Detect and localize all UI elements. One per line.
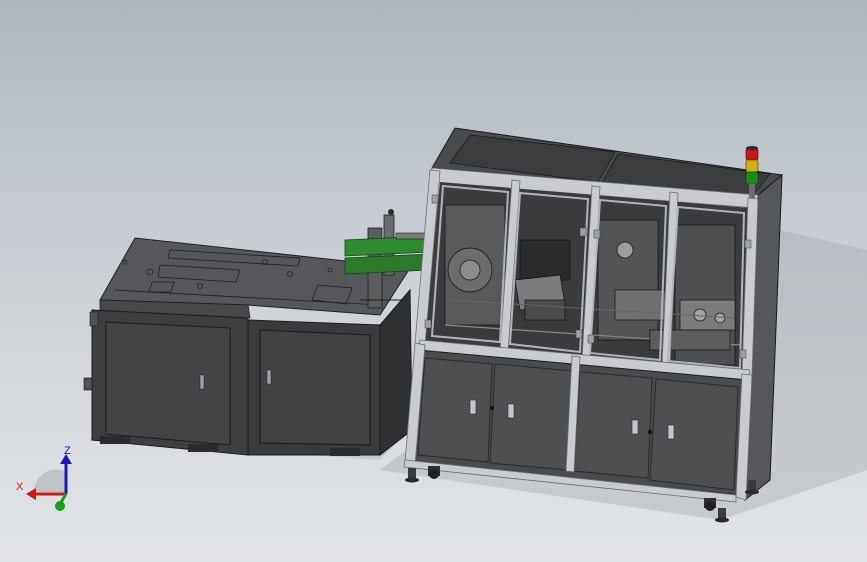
main-machine[interactable]	[403, 127, 784, 523]
coordinate-triad: X Z	[14, 440, 84, 520]
x-axis-label: X	[16, 481, 24, 493]
assembly-model[interactable]	[0, 0, 867, 562]
z-axis-label: Z	[64, 445, 71, 457]
triad-plane-icon	[33, 469, 66, 492]
cad-viewport[interactable]: X Z	[0, 0, 867, 562]
